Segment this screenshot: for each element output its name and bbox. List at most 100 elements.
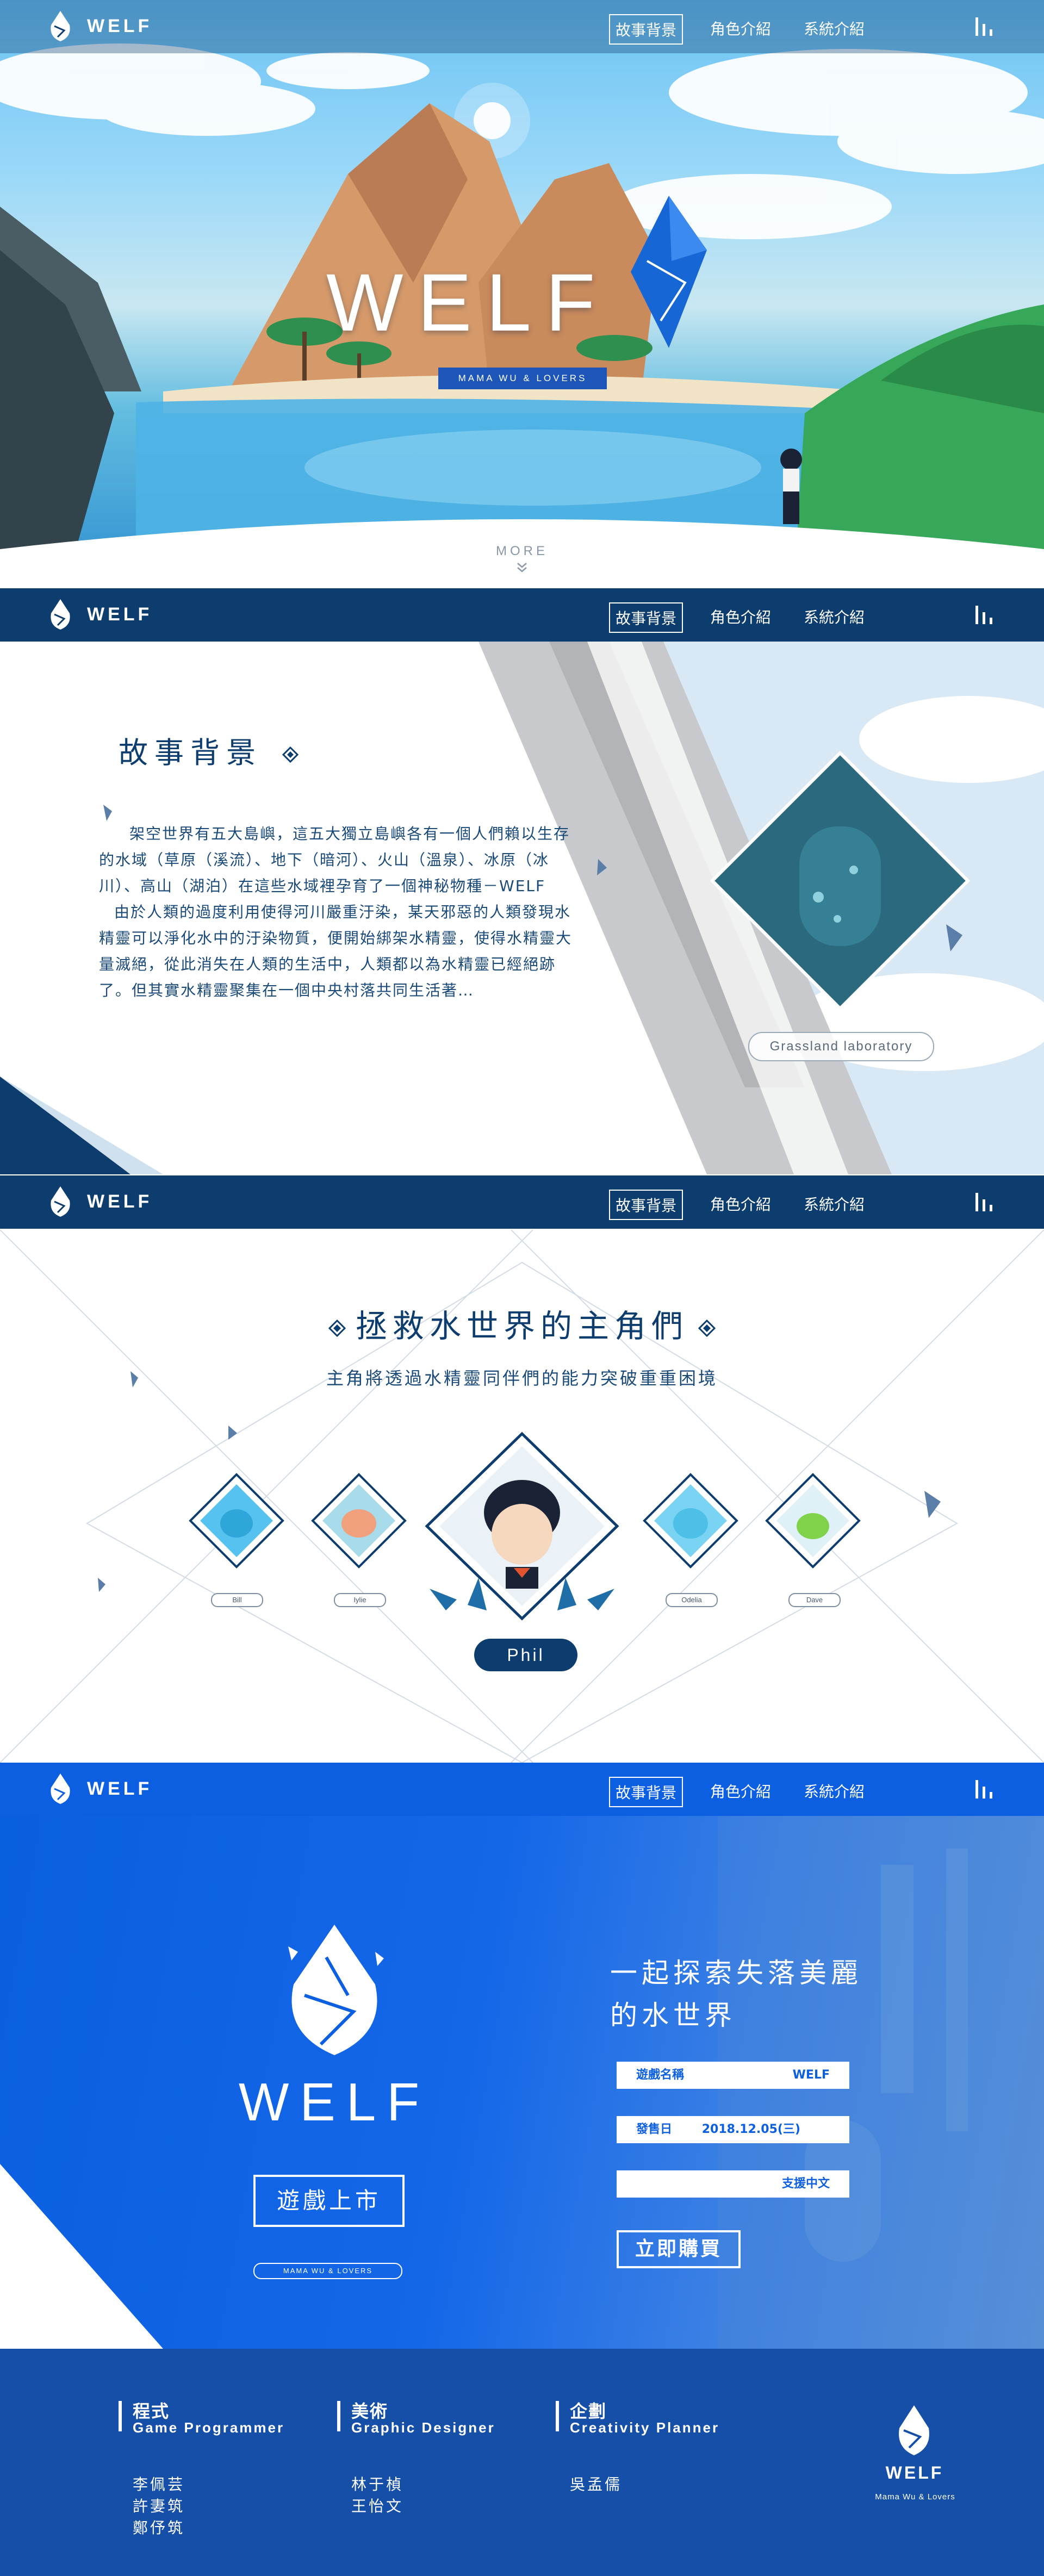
diamond-icon [282,746,299,763]
team-names: 吳孟儒 [570,2474,622,2496]
story-title: 故事背景 [119,729,299,771]
info-key: 發售日 [636,2123,673,2136]
nav-links: 故事背景 角色介紹 系統介紹 [609,1190,892,1220]
story-title-text: 故事背景 [119,736,262,770]
character-tag-iylie[interactable]: Iylie [334,1593,386,1607]
boy-figure [780,449,802,524]
hero-section: WELF MAMA WU & LOVERS MORE [0,0,1044,587]
big-drop-logo [288,1925,384,2055]
member-name: 許妻筑 [133,2497,185,2515]
character-tag-dave[interactable]: Dave [788,1593,841,1607]
member-name: 李佩芸 [133,2475,185,2493]
info-row-language: 支援中文 [617,2170,849,2198]
drop-logo-icon [51,599,70,630]
team-role-en: Creativity Planner [570,2419,720,2436]
character-portraits [189,1432,861,1621]
hero-subtitle-badge: MAMA WU & LOVERS [438,368,607,389]
member-name: 林于楨 [351,2475,404,2493]
story-section: 故事背景 架空世界有五大島嶼，這五大獨立島嶼各有一個人們賴以生存的水域（草原（溪… [0,642,1044,1174]
member-name: 鄭伃筑 [133,2519,185,2537]
menu-bars-icon[interactable] [974,1779,994,1800]
navbar-characters: WELF 故事背景 角色介紹 系統介紹 [0,1175,1044,1229]
release-tagline: MAMA WU & LOVERS [253,2263,402,2279]
portrait-odelia [643,1473,738,1569]
release-brand: WELF [238,2072,431,2132]
footer: 程式 Game Programmer 李佩芸 許妻筑 鄭伃筑 美術 Graphi… [0,2349,1044,2576]
release-heading: 一起探索失落美麗 的水世界 [610,1952,915,2037]
story-paragraph: 架空世界有五大島嶼，這五大獨立島嶼各有一個人們賴以生存的水域（草原（溪流）、地下… [99,825,570,895]
character-button-phil[interactable]: Phil [474,1639,577,1671]
release-heading-line-2: 的水世界 [610,2000,736,2031]
team-names: 李佩芸 許妻筑 鄭伃筑 [133,2474,185,2539]
nav-link-system[interactable]: 系統介紹 [798,602,870,633]
character-tag-odelia[interactable]: Odelia [666,1593,718,1607]
more-label: MORE [496,544,548,558]
footer-brand: WELF [885,2463,944,2482]
portrait-bill [189,1473,284,1569]
nav-link-story[interactable]: 故事背景 [609,602,683,633]
nav-link-story[interactable]: 故事背景 [609,1190,683,1220]
character-tag-bill[interactable]: Bill [211,1593,263,1607]
nav-link-characters[interactable]: 角色介紹 [705,602,776,633]
buy-now-button[interactable]: 立即購買 [617,2230,741,2268]
footer-tagline: Mama Wu & Lovers [875,2492,955,2502]
portrait-iylie [311,1473,407,1569]
member-name: 王怡文 [351,2497,404,2515]
nav-brand: WELF [87,1778,153,1799]
nav-logo[interactable]: WELF [49,1185,152,1218]
story-paragraph: 由於人類的過度利用使得河川嚴重汙染，某天邪惡的人類發現水精靈可以淨化水中的汙染物… [99,903,573,999]
info-row-game-name: 遊戲名稱 WELF [617,2062,849,2089]
info-key: 遊戲名稱 [636,2068,685,2082]
info-value: 支援中文 [781,2177,830,2191]
member-name: 吳孟儒 [570,2475,623,2493]
nav-brand: WELF [87,1191,153,1212]
nav-link-story[interactable]: 故事背景 [609,14,683,45]
nav-links: 故事背景 角色介紹 系統介紹 [609,602,892,633]
portrait-dave [765,1473,861,1569]
drop-logo-icon [51,11,70,41]
chevron-down-icon [517,563,527,573]
portrait-phil [425,1432,619,1621]
nav-links: 故事背景 角色介紹 系統介紹 [609,14,892,45]
nav-link-system[interactable]: 系統介紹 [798,1190,870,1220]
nav-link-characters[interactable]: 角色介紹 [705,1777,776,1807]
drop-logo-icon [51,1186,70,1217]
nav-link-system[interactable]: 系統介紹 [798,1777,870,1807]
accent-bar [337,2401,340,2431]
nav-logo[interactable]: WELF [49,1772,152,1805]
nav-brand: WELF [87,15,153,36]
navbar-story: WELF 故事背景 角色介紹 系統介紹 [0,588,1044,642]
top-navbar: WELF 故事背景 角色介紹 系統介紹 [0,0,1044,53]
launch-button[interactable]: 遊戲上市 [253,2175,405,2227]
nav-links: 故事背景 角色介紹 系統介紹 [609,1777,892,1807]
accent-bar [556,2401,559,2431]
hero-title: WELF [326,257,610,348]
menu-bars-icon[interactable] [974,605,994,625]
nav-link-characters[interactable]: 角色介紹 [705,1190,776,1220]
menu-bars-icon[interactable] [974,16,994,37]
navbar-release: WELF 故事背景 角色介紹 系統介紹 [0,1763,1044,1816]
nav-link-characters[interactable]: 角色介紹 [705,14,776,45]
release-heading-line-1: 一起探索失落美麗 [610,1957,862,1989]
more-link[interactable]: MORE [478,544,566,577]
info-value: 2018.12.05(三) [701,2123,800,2136]
team-names: 林于楨 王怡文 [351,2474,403,2517]
release-background-art [0,1816,1044,2349]
nav-logo[interactable]: WELF [49,598,152,631]
drop-logo-icon [51,1774,70,1804]
menu-bars-icon[interactable] [974,1192,994,1212]
nav-brand: WELF [87,603,153,625]
team-role-en: Graphic Designer [351,2419,495,2436]
nav-link-story[interactable]: 故事背景 [609,1777,683,1807]
release-section: WELF 遊戲上市 MAMA WU & LOVERS 一起探索失落美麗 的水世界… [0,1816,1044,2349]
team-role-en: Game Programmer [133,2419,285,2436]
nav-logo[interactable]: WELF [49,10,152,42]
accent-bar [119,2401,122,2431]
characters-section: 拯救水世界的主角們 主角將透過水精靈同伴們的能力突破重重困境 Bill Iyli… [0,1230,1044,1763]
nav-link-system[interactable]: 系統介紹 [798,14,870,45]
info-row-release-date: 發售日 2018.12.05(三) [617,2116,849,2143]
info-value: WELF [792,2068,830,2082]
lab-label[interactable]: Grassland laboratory [748,1032,934,1061]
story-text: 架空世界有五大島嶼，這五大獨立島嶼各有一個人們賴以生存的水域（草原（溪流）、地下… [99,821,577,1004]
footer-drop-logo-icon [899,2405,929,2455]
